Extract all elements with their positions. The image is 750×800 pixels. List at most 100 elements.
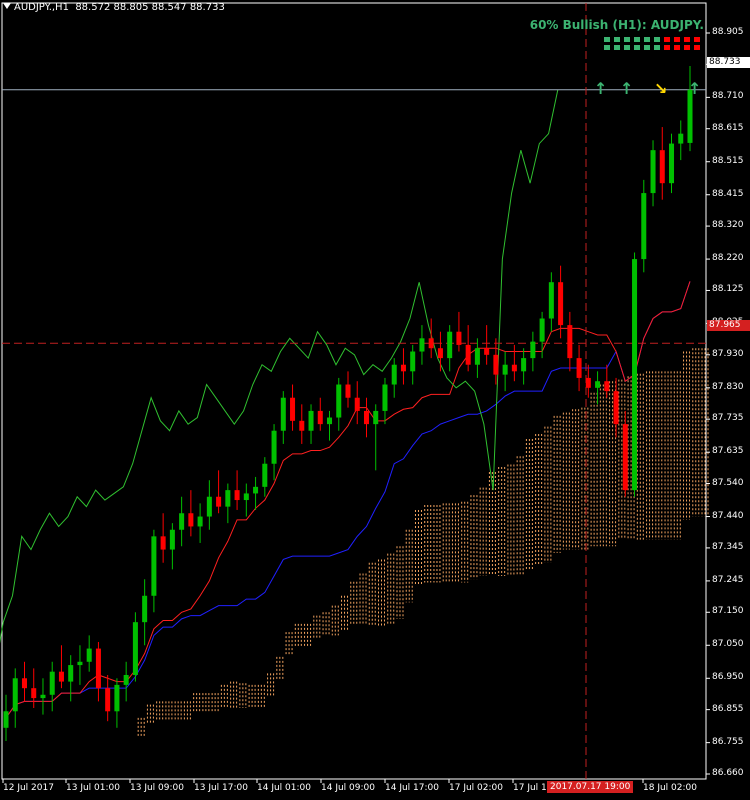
candle-body — [447, 331, 453, 359]
candle-body — [132, 622, 138, 675]
price-tick-label: 87.345 — [712, 541, 744, 552]
candle-body — [604, 381, 610, 392]
price-tick-label: 88.415 — [712, 188, 744, 199]
candle-body — [160, 536, 166, 550]
price-tick-label: 88.125 — [712, 284, 744, 295]
candle-body — [86, 648, 92, 662]
candle-body — [437, 348, 443, 359]
candle-body — [142, 595, 148, 623]
candle-body — [659, 150, 665, 184]
time-tick-label: 13 Jul 17:00 — [194, 783, 248, 793]
signal-square — [674, 45, 680, 50]
candle-body — [502, 364, 508, 375]
candle-body — [669, 143, 675, 184]
chikou-span-line — [0, 89, 559, 644]
signal-square — [694, 45, 700, 50]
plot-frame — [1, 2, 707, 780]
price-tick-label: 87.735 — [712, 413, 744, 424]
candle-body — [262, 463, 268, 487]
candle-body — [114, 684, 120, 712]
candle-body — [225, 490, 231, 507]
candle-body — [576, 358, 582, 378]
signal-square — [654, 37, 660, 42]
candle-body — [243, 493, 249, 501]
candle-body — [40, 694, 46, 699]
candle-body — [382, 384, 388, 411]
candle-body — [179, 513, 185, 530]
candle-body — [641, 193, 647, 260]
ichimoku-cloud — [137, 348, 709, 738]
signal-square — [614, 37, 620, 42]
candle-body — [95, 648, 101, 689]
candle-body — [31, 688, 37, 699]
price-tick-label: 87.440 — [712, 510, 744, 521]
signal-square — [604, 37, 610, 42]
price-tick-label: 86.755 — [712, 736, 744, 747]
price-chart[interactable] — [0, 0, 750, 800]
candle-body — [188, 513, 194, 527]
price-tick-label: 87.050 — [712, 639, 744, 650]
candle-body — [58, 671, 64, 682]
symbol-header: AUDJPY.,H1 88.572 88.805 88.547 88.733 — [3, 2, 225, 13]
time-tick-label: 14 Jul 01:00 — [257, 783, 311, 793]
candle-body — [151, 536, 157, 596]
price-tick-label: 86.660 — [712, 768, 744, 778]
time-tick-label: 14 Jul 17:00 — [385, 783, 439, 793]
signal-square — [684, 45, 690, 50]
signal-square — [684, 37, 690, 42]
candle-body — [206, 496, 212, 517]
price-tick-label: 88.220 — [712, 253, 744, 264]
candle-body — [327, 417, 333, 425]
candle-body — [521, 358, 527, 372]
candle-body — [373, 410, 379, 425]
price-tick-label: 86.950 — [712, 672, 744, 683]
candle-body — [234, 490, 240, 501]
chart-window[interactable]: AUDJPY.,H1 88.572 88.805 88.547 88.733 6… — [0, 0, 750, 800]
level-price-flag: 87.965 — [707, 320, 750, 331]
signal-square — [624, 45, 630, 50]
price-tick-label: 87.245 — [712, 574, 744, 585]
candle-body — [345, 384, 351, 398]
candle-body — [632, 259, 638, 491]
price-tick-label: 88.905 — [712, 27, 744, 37]
signal-square — [654, 45, 660, 50]
candle-body — [567, 325, 573, 359]
candle-body — [539, 318, 545, 342]
candle-body — [410, 351, 416, 372]
candle-body — [558, 282, 564, 326]
dropdown-triangle-icon[interactable] — [3, 3, 11, 9]
time-tick-label: 17 Jul 02:00 — [449, 783, 503, 793]
candle-body — [511, 364, 517, 372]
candle-body — [428, 338, 434, 349]
current-price-flag: 88.733 — [707, 57, 750, 68]
time-tick-label: 13 Jul 09:00 — [130, 783, 184, 793]
arrow-down-right-icon: ↘ — [654, 79, 668, 98]
candle-body — [317, 410, 323, 425]
candle-body — [290, 397, 296, 421]
crosshair-time-flag: 2017.07.17 19:00 — [547, 781, 634, 793]
candle-body — [253, 486, 259, 494]
time-tick-label: 13 Jul 01:00 — [66, 783, 120, 793]
candle-body — [650, 150, 656, 194]
candle-body — [530, 341, 536, 359]
arrow-up-icon: ↑ — [620, 79, 634, 98]
signal-square — [644, 37, 650, 42]
candle-body — [391, 364, 397, 385]
time-tick-label: 12 Jul 2017 — [3, 783, 54, 793]
price-tick-label: 88.515 — [712, 155, 744, 166]
signal-square — [604, 45, 610, 50]
price-tick-label: 88.320 — [712, 220, 744, 231]
time-tick-label: 18 Jul 02:00 — [643, 783, 697, 793]
candle-body — [216, 496, 222, 507]
candle-body — [419, 338, 425, 352]
candle-body — [271, 430, 277, 464]
ohlc-values: 88.572 88.805 88.547 88.733 — [75, 2, 225, 13]
candle-body — [484, 348, 490, 355]
signal-title: 60% Bullish (H1): AUDJPY. — [529, 18, 704, 32]
candle-body — [400, 364, 406, 372]
candle-body — [456, 331, 462, 345]
signal-square — [624, 37, 630, 42]
time-tick-label: 14 Jul 09:00 — [321, 783, 375, 793]
candle-body — [299, 420, 305, 431]
candle-body — [169, 529, 175, 550]
